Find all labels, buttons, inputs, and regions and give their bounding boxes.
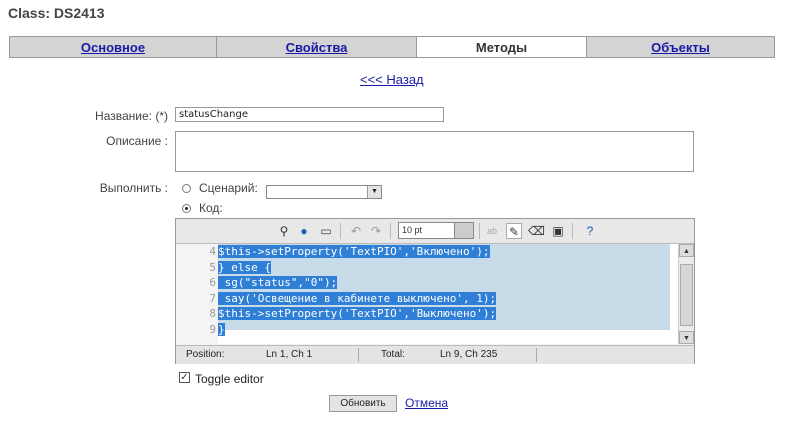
code-line-text: $this->setProperty('TextPIO','Включено')… xyxy=(218,245,490,258)
total-value: Ln 9, Ch 235 xyxy=(440,349,498,360)
font-size-value: 10 pt xyxy=(402,225,423,235)
code-line-text: say('Освещение в кабинете выключено', 1)… xyxy=(218,291,497,305)
undo-icon[interactable]: ↶ xyxy=(348,223,364,239)
scenario-label: Сценарий: xyxy=(199,181,258,195)
code-editor: ⚲ ● ▭ ↶ ↷ 10 pt ab ✎ ⌫ ▣ ? 4 5 6 7 8 9 $… xyxy=(175,218,695,364)
code-line: $this->setProperty('TextPIO','Выключено'… xyxy=(218,306,670,322)
back-link[interactable]: <<< Назад xyxy=(360,72,424,87)
font-size-arrow-icon[interactable] xyxy=(454,223,473,238)
line-number: 5 xyxy=(209,260,216,274)
spellcheck-icon[interactable]: ab xyxy=(484,223,500,239)
tab-methods: Методы xyxy=(417,37,587,57)
scroll-down-icon[interactable]: ▼ xyxy=(679,331,694,344)
window-icon[interactable]: ▣ xyxy=(550,223,566,239)
position-label: Position: xyxy=(186,349,225,360)
editor-toolbar: ⚲ ● ▭ ↶ ↷ 10 pt ab ✎ ⌫ ▣ ? xyxy=(176,219,694,244)
tab-properties[interactable]: Свойства xyxy=(217,37,417,57)
code-line: sg("status","0"); xyxy=(218,275,670,291)
code-radio[interactable] xyxy=(182,204,191,213)
code-text[interactable]: $this->setProperty('TextPIO','Включено')… xyxy=(218,244,670,344)
tab-objects-link[interactable]: Объекты xyxy=(651,40,710,55)
code-area[interactable]: 4 5 6 7 8 9 $this->setProperty('TextPIO'… xyxy=(176,244,694,344)
line-number: 6 xyxy=(209,276,216,289)
name-input[interactable] xyxy=(175,107,444,122)
search-icon[interactable]: ⚲ xyxy=(276,223,292,239)
line-number-gutter: 4 5 6 7 8 9 xyxy=(176,244,218,344)
tab-main-link[interactable]: Основное xyxy=(81,40,145,55)
scrollbar-thumb[interactable] xyxy=(680,264,693,326)
toggle-editor-checkbox[interactable]: ✓ xyxy=(179,372,190,383)
line-number: 8 xyxy=(209,307,216,320)
toolbar-divider xyxy=(572,223,573,239)
cancel-link[interactable]: Отмена xyxy=(405,396,448,410)
code-line-text: } else { xyxy=(218,260,271,274)
tab-objects[interactable]: Объекты xyxy=(587,37,774,57)
code-line: $this->setProperty('TextPIO','Включено')… xyxy=(218,244,670,260)
editor-statusbar: Position: Ln 1, Ch 1 Total: Ln 9, Ch 235 xyxy=(176,345,694,364)
line-number: 9 xyxy=(209,322,216,336)
tab-main[interactable]: Основное xyxy=(10,37,217,57)
total-label: Total: xyxy=(381,349,405,360)
toolbar-divider xyxy=(479,223,480,239)
position-value: Ln 1, Ch 1 xyxy=(266,349,313,360)
help-icon[interactable]: ? xyxy=(582,223,598,239)
code-line-text: } xyxy=(218,322,225,336)
class-title: Class: DS2413 xyxy=(8,5,105,21)
vertical-scrollbar[interactable]: ▲ ▼ xyxy=(678,244,694,344)
update-button[interactable]: Обновить xyxy=(329,395,397,412)
toggle-editor-label: Toggle editor xyxy=(195,372,264,386)
code-line: } else { xyxy=(218,260,670,276)
code-line: say('Освещение в кабинете выключено', 1)… xyxy=(218,291,670,307)
execute-label: Выполнить : xyxy=(99,181,168,195)
description-textarea[interactable] xyxy=(175,131,694,172)
chevron-down-icon[interactable]: ▼ xyxy=(367,186,381,198)
line-number: 7 xyxy=(209,291,216,305)
code-line-text: $this->setProperty('TextPIO','Выключено'… xyxy=(218,307,497,320)
redo-icon[interactable]: ↷ xyxy=(368,223,384,239)
tab-properties-link[interactable]: Свойства xyxy=(286,40,348,55)
status-divider xyxy=(358,348,359,362)
fullscreen-icon[interactable]: ▭ xyxy=(318,223,334,239)
scroll-up-icon[interactable]: ▲ xyxy=(679,244,694,257)
scenario-radio[interactable] xyxy=(182,184,191,193)
goto-icon[interactable]: ● xyxy=(296,223,312,239)
tab-bar: Основное Свойства Методы Объекты xyxy=(9,36,775,58)
code-label: Код: xyxy=(199,201,223,215)
description-label: Описание : xyxy=(106,134,168,148)
eraser-icon[interactable]: ⌫ xyxy=(528,223,545,239)
code-line: } xyxy=(218,322,670,338)
toolbar-divider xyxy=(390,223,391,239)
toolbar-divider xyxy=(340,223,341,239)
name-label: Название: (*) xyxy=(95,109,168,123)
status-divider xyxy=(536,348,537,362)
code-line-text: sg("status","0"); xyxy=(218,276,338,289)
font-size-select[interactable]: 10 pt xyxy=(398,222,474,239)
line-number: 4 xyxy=(209,245,216,258)
scenario-select[interactable]: ▼ xyxy=(266,185,382,199)
highlight-brush-icon[interactable]: ✎ xyxy=(506,223,522,239)
